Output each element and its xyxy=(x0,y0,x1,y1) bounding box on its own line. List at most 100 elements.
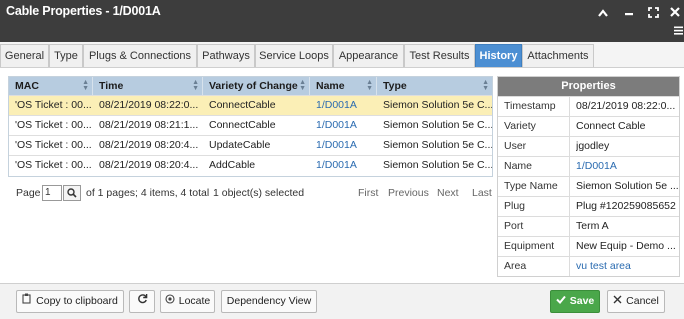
cell-name-link[interactable]: 1/D001A xyxy=(310,116,377,135)
property-key: Port xyxy=(504,220,524,232)
properties-panel: Properties Timestamp 08/21/2019 08:22:0.… xyxy=(497,76,680,277)
page-count-text: of 1 pages; 4 items, 4 total xyxy=(86,187,210,199)
column-header-variety[interactable]: Variety of Change ▲ ▼ xyxy=(203,77,310,95)
title-bar: Cable Properties - 1/D001A xyxy=(0,0,684,42)
save-button[interactable]: Save xyxy=(550,290,600,313)
locate-button[interactable]: Locate xyxy=(160,290,215,313)
tab-bar: General Type Plugs & Connections Pathway… xyxy=(0,42,684,68)
sort-icon[interactable]: ▲ ▼ xyxy=(192,79,199,92)
cell-name-link[interactable]: 1/D001A xyxy=(310,96,377,115)
cell-name-link[interactable]: 1/D001A xyxy=(310,156,377,175)
property-value: New Equip - Demo ... xyxy=(576,240,676,252)
property-row-timestamp: Timestamp 08/21/2019 08:22:0... xyxy=(498,96,679,116)
table-row[interactable]: 'OS Ticket : 00... 08/21/2019 08:22:0...… xyxy=(9,95,492,115)
cell-mac: 'OS Ticket : 00... xyxy=(15,159,92,171)
tab-type[interactable]: Type xyxy=(49,44,83,67)
cell-mac: 'OS Ticket : 00... xyxy=(15,99,92,111)
column-header-mac[interactable]: MAC ▲ ▼ xyxy=(9,77,93,95)
table-row[interactable]: 'OS Ticket : 00... 08/21/2019 08:21:1...… xyxy=(9,115,492,135)
page-label: Page xyxy=(16,187,41,199)
page-search-button[interactable] xyxy=(63,185,81,201)
tab-appearance[interactable]: Appearance xyxy=(333,44,404,67)
refresh-icon xyxy=(137,291,148,312)
property-key: Name xyxy=(504,160,533,172)
sort-icon[interactable]: ▲ ▼ xyxy=(299,79,306,92)
column-header-type[interactable]: Type ▲ ▼ xyxy=(377,77,492,95)
tab-pathways[interactable]: Pathways xyxy=(197,44,255,67)
properties-title: Properties xyxy=(498,77,679,96)
grid-header: MAC ▲ ▼ Time ▲ ▼ Variety of Change ▲ ▼ Name… xyxy=(9,77,492,95)
sort-icon[interactable]: ▲ ▼ xyxy=(482,79,489,92)
copy-label: Copy to clipboard xyxy=(36,295,118,307)
table-row[interactable]: 'OS Ticket : 00... 08/21/2019 08:20:4...… xyxy=(9,135,492,155)
property-row-port: Port Term A xyxy=(498,216,679,236)
tab-general[interactable]: General xyxy=(0,44,49,67)
minimize-icon[interactable] xyxy=(622,8,636,20)
property-value-link[interactable]: 1/D001A xyxy=(576,157,679,176)
property-value: Siemon Solution 5e ... xyxy=(576,180,679,192)
property-value: Term A xyxy=(576,220,609,232)
property-key: Type Name xyxy=(504,180,558,192)
property-value: jgodley xyxy=(576,140,610,152)
column-label: Time xyxy=(99,80,124,92)
cell-time: 08/21/2019 08:20:4... xyxy=(99,159,199,171)
sort-icon[interactable]: ▲ ▼ xyxy=(366,79,373,92)
property-value: 08/21/2019 08:22:0... xyxy=(576,100,676,112)
cell-time: 08/21/2019 08:22:0... xyxy=(99,99,199,111)
property-row-name: Name 1/D001A xyxy=(498,156,679,176)
chevron-up-icon[interactable] xyxy=(596,8,610,20)
cell-type: Siemon Solution 5e C... xyxy=(383,139,492,151)
target-icon xyxy=(165,291,175,312)
page-number-input[interactable]: 1 xyxy=(42,185,62,201)
property-key: Equipment xyxy=(504,240,555,252)
property-key: User xyxy=(504,140,527,152)
refresh-button[interactable] xyxy=(129,290,155,313)
cell-variety: UpdateCable xyxy=(209,139,271,151)
check-icon xyxy=(556,291,566,312)
tab-plugs-connections[interactable]: Plugs & Connections xyxy=(83,44,197,67)
copy-to-clipboard-button[interactable]: Copy to clipboard xyxy=(16,290,124,313)
sort-icon[interactable]: ▲ ▼ xyxy=(82,79,89,92)
column-header-time[interactable]: Time ▲ ▼ xyxy=(93,77,203,95)
property-row-area: Area vu test area xyxy=(498,256,679,276)
cell-variety: AddCable xyxy=(209,159,256,171)
close-icon xyxy=(613,291,622,312)
column-label: MAC xyxy=(15,80,39,92)
cell-type: Siemon Solution 5e C... xyxy=(383,119,492,131)
history-grid: MAC ▲ ▼ Time ▲ ▼ Variety of Change ▲ ▼ Name… xyxy=(8,76,493,177)
dependency-view-button[interactable]: Dependency View xyxy=(221,290,317,313)
cell-variety: ConnectCable xyxy=(209,99,276,111)
column-header-name[interactable]: Name ▲ ▼ xyxy=(310,77,377,95)
property-value: Connect Cable xyxy=(576,120,646,132)
column-label: Name xyxy=(316,80,345,92)
clipboard-icon xyxy=(22,291,32,312)
property-row-user: User jgodley xyxy=(498,136,679,156)
cell-time: 08/21/2019 08:20:4... xyxy=(99,139,199,151)
pager: Page 1 of 1 pages; 4 items, 4 total 1 ob… xyxy=(16,184,496,202)
cell-name-link[interactable]: 1/D001A xyxy=(310,136,377,155)
property-key: Plug xyxy=(504,200,526,212)
selection-count-text: 1 object(s) selected xyxy=(213,187,305,199)
previous-page-link[interactable]: Previous xyxy=(388,184,429,202)
first-page-link[interactable]: First xyxy=(358,184,378,202)
property-row-variety: Variety Connect Cable xyxy=(498,116,679,136)
cancel-button[interactable]: Cancel xyxy=(607,290,665,313)
tab-service-loops[interactable]: Service Loops xyxy=(255,44,333,67)
column-label: Type xyxy=(383,80,407,92)
tab-history[interactable]: History xyxy=(475,44,522,67)
maximize-icon[interactable] xyxy=(646,7,660,21)
save-label: Save xyxy=(569,295,595,307)
tab-test-results[interactable]: Test Results xyxy=(404,44,475,67)
property-key: Timestamp xyxy=(504,100,556,112)
property-key: Variety xyxy=(504,120,536,132)
tab-attachments[interactable]: Attachments xyxy=(522,44,594,67)
magnifier-icon xyxy=(67,188,77,198)
next-page-link[interactable]: Next xyxy=(437,184,459,202)
close-icon[interactable] xyxy=(668,7,682,20)
property-value-link[interactable]: vu test area xyxy=(576,257,679,276)
cell-variety: ConnectCable xyxy=(209,119,276,131)
table-row[interactable]: 'OS Ticket : 00... 08/21/2019 08:20:4...… xyxy=(9,155,492,175)
last-page-link[interactable]: Last xyxy=(472,184,492,202)
cell-mac: 'OS Ticket : 00... xyxy=(15,139,92,151)
menu-icon[interactable] xyxy=(672,26,684,38)
